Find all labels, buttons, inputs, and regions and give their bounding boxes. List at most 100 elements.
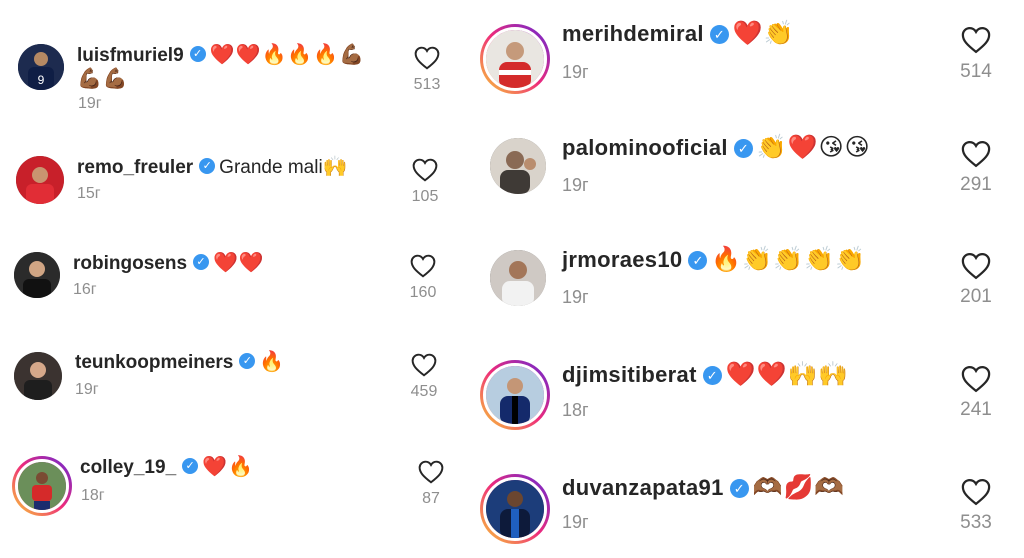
avatar[interactable] — [12, 456, 72, 516]
comment-emojis: 🫶🏾💋🫶🏾 — [752, 474, 846, 501]
heart-outline-icon[interactable] — [411, 353, 437, 377]
comment-line: luisfmuriel9 ✓ ❤️❤️🔥🔥🔥💪🏾 — [77, 43, 365, 68]
avatar-photo — [14, 252, 60, 298]
comment-time: 19г — [562, 175, 589, 195]
avatar[interactable] — [480, 24, 550, 94]
verified-badge-icon: ✓ — [688, 250, 708, 270]
comment-line: colley_19_ ✓ ❤️🔥 — [80, 455, 254, 480]
username[interactable]: merihdemiral — [562, 21, 704, 46]
verified-badge-icon: ✓ — [182, 458, 199, 475]
comment-time: 16г — [73, 281, 97, 298]
avatar-inner — [483, 477, 547, 541]
comment-time: 19г — [78, 95, 102, 112]
comment-item: remo_freuler ✓ Grande mali🙌 15г 105 — [0, 120, 462, 230]
username[interactable]: remo_freuler — [77, 157, 193, 178]
avatar-photo: 9 — [18, 44, 64, 90]
username[interactable]: jrmoraes10 — [562, 247, 682, 272]
comment-item: palominooficial ✓ 👏❤️😘😘 19г 291 — [468, 116, 1024, 228]
heart-outline-icon[interactable] — [961, 252, 991, 280]
avatar[interactable] — [490, 138, 546, 194]
heart-outline-icon[interactable] — [961, 140, 991, 168]
avatar-inner — [483, 27, 547, 91]
comment-item: 9 luisfmuriel9 ✓ ❤️❤️🔥🔥🔥💪🏾 💪🏾💪🏾 19г 513 — [0, 0, 462, 120]
like-count[interactable]: 105 — [400, 188, 450, 206]
username[interactable]: colley_19_ — [80, 457, 176, 478]
comment-time: 19г — [562, 512, 589, 532]
comment-item: colley_19_ ✓ ❤️🔥 18г 87 — [0, 430, 462, 558]
avatar-photo — [486, 366, 544, 424]
comment-item: merihdemiral ✓ ❤️👏 19г 514 — [468, 0, 1024, 116]
like-count[interactable]: 241 — [948, 399, 1004, 421]
username[interactable]: djimsitiberat — [562, 362, 697, 387]
heart-outline-icon[interactable] — [961, 365, 991, 393]
like-count[interactable]: 291 — [948, 174, 1004, 196]
avatar[interactable] — [490, 250, 546, 306]
verified-badge-icon: ✓ — [239, 353, 256, 370]
comment-emojis: ❤️🔥 — [202, 456, 254, 478]
comment-item: teunkoopmeiners ✓ 🔥 19г 459 — [0, 330, 462, 430]
like-count[interactable]: 514 — [948, 61, 1004, 83]
avatar-photo — [486, 30, 544, 88]
heart-outline-icon[interactable] — [418, 460, 444, 484]
heart-outline-icon[interactable] — [961, 478, 991, 506]
verified-badge-icon: ✓ — [709, 24, 729, 44]
like-count[interactable]: 533 — [948, 512, 1004, 534]
left-comment-column: 9 luisfmuriel9 ✓ ❤️❤️🔥🔥🔥💪🏾 💪🏾💪🏾 19г 513 re… — [0, 0, 462, 558]
comment-emojis: 🙌 — [322, 156, 349, 178]
avatar[interactable] — [14, 352, 62, 400]
comment-emojis: 👏❤️😘😘 — [756, 134, 871, 161]
username[interactable]: palominooficial — [562, 135, 728, 160]
heart-outline-icon[interactable] — [412, 158, 438, 182]
comment-line: robingosens ✓ ❤️❤️ — [73, 251, 265, 276]
comment-text: Grande mali — [219, 157, 323, 178]
comment-time: 18г — [81, 487, 105, 504]
comment-line-continued: 💪🏾💪🏾 — [77, 67, 129, 92]
avatar[interactable]: 9 — [18, 44, 64, 90]
comment-line: palominooficial ✓ 👏❤️😘😘 — [562, 136, 871, 162]
comment-emojis: ❤️❤️🙌🙌 — [725, 361, 850, 388]
avatar[interactable] — [480, 360, 550, 430]
verified-badge-icon: ✓ — [729, 478, 749, 498]
verified-badge-icon: ✓ — [189, 46, 206, 63]
avatar[interactable] — [16, 156, 64, 204]
verified-badge-icon: ✓ — [733, 138, 753, 158]
comment-emojis: 🔥 — [259, 351, 286, 373]
avatar-photo — [14, 352, 62, 400]
comment-emojis: 🔥👏👏👏👏 — [711, 246, 866, 273]
avatar-photo — [18, 462, 66, 510]
like-count[interactable]: 201 — [948, 286, 1004, 308]
username[interactable]: luisfmuriel9 — [77, 45, 184, 66]
comment-line: remo_freuler ✓ Grande mali🙌 — [77, 155, 349, 180]
comment-emojis: ❤️👏 — [732, 20, 795, 47]
username[interactable]: teunkoopmeiners — [75, 352, 233, 373]
comment-item: robingosens ✓ ❤️❤️ 16г 160 — [0, 230, 462, 330]
avatar-photo — [486, 480, 544, 538]
avatar-inner — [15, 459, 69, 513]
comment-line: teunkoopmeiners ✓ 🔥 — [75, 350, 285, 375]
username[interactable]: robingosens — [73, 253, 187, 274]
comment-line: merihdemiral ✓ ❤️👏 — [562, 22, 795, 48]
avatar-photo — [490, 250, 546, 306]
username[interactable]: duvanzapata91 — [562, 475, 724, 500]
comment-time: 15г — [77, 185, 101, 202]
comment-time: 19г — [75, 381, 99, 398]
verified-badge-icon: ✓ — [199, 158, 216, 175]
avatar[interactable] — [14, 252, 60, 298]
right-comment-column: merihdemiral ✓ ❤️👏 19г 514 palominooficial… — [468, 0, 1024, 558]
like-count[interactable]: 513 — [402, 76, 452, 94]
avatar-photo — [16, 156, 64, 204]
heart-outline-icon[interactable] — [961, 26, 991, 54]
heart-outline-icon[interactable] — [414, 46, 440, 70]
comment-emojis: 💪🏾💪🏾 — [77, 68, 129, 90]
like-count[interactable]: 160 — [398, 284, 448, 302]
comment-item: duvanzapata91 ✓ 🫶🏾💋🫶🏾 19г 533 — [468, 452, 1024, 558]
comment-emojis: ❤️❤️ — [213, 252, 265, 274]
comment-time: 18г — [562, 400, 589, 420]
heart-outline-icon[interactable] — [410, 254, 436, 278]
comment-item: djimsitiberat ✓ ❤️❤️🙌🙌 18г 241 — [468, 340, 1024, 452]
comment-item: jrmoraes10 ✓ 🔥👏👏👏👏 19г 201 — [468, 228, 1024, 340]
comment-time: 19г — [562, 62, 589, 82]
avatar[interactable] — [480, 474, 550, 544]
like-count[interactable]: 459 — [399, 383, 449, 401]
like-count[interactable]: 87 — [406, 490, 456, 508]
